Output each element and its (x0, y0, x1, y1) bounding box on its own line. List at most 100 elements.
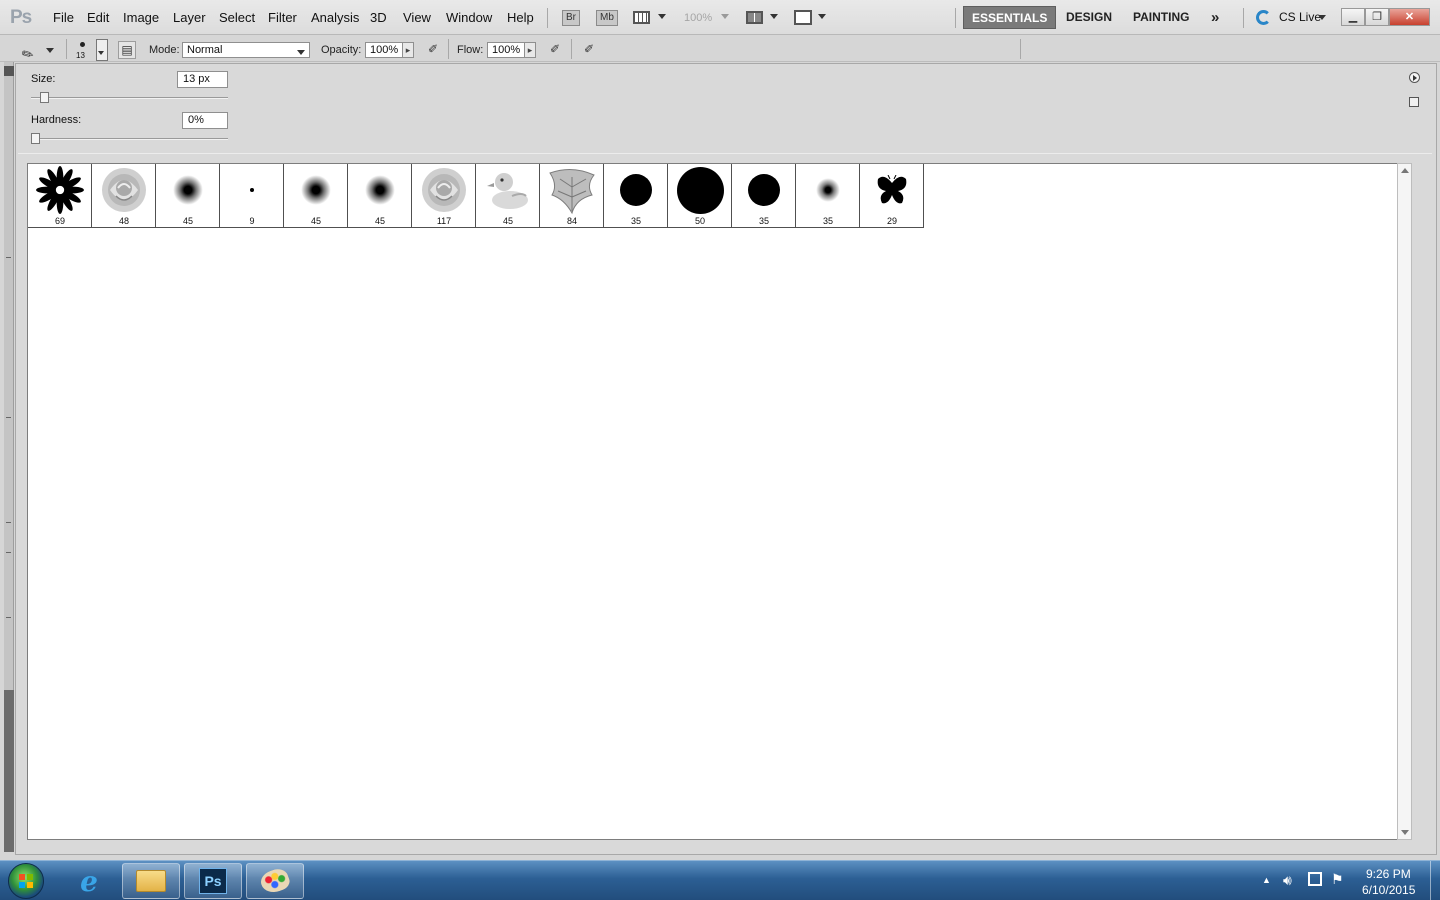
chevron-down-icon (297, 50, 305, 55)
close-button[interactable]: ✕ (1389, 8, 1430, 26)
brush-leaf-icon (540, 164, 604, 216)
menu-edit[interactable]: Edit (87, 10, 109, 25)
brush-preset-tile[interactable]: 84 (540, 164, 604, 228)
brush-preset-size: 48 (118, 216, 129, 226)
minimize-button[interactable]: ▁ (1341, 8, 1365, 26)
brush-preset-tile[interactable]: 35 (732, 164, 796, 228)
clock-date[interactable]: 6/10/2015 (1362, 883, 1415, 897)
brush-soft-round-icon (156, 164, 220, 216)
brush-preset-tile[interactable]: 117 (412, 164, 476, 228)
windows-logo-icon (19, 874, 33, 888)
view-extras-button[interactable] (633, 9, 669, 27)
brush-preset-tile[interactable]: 50 (668, 164, 732, 228)
toggle-brush-panel-icon[interactable]: ▤ (118, 41, 136, 59)
screen-mode-button[interactable] (794, 9, 830, 27)
workspace-painting[interactable]: PAINTING (1125, 6, 1197, 29)
brush-preset-tile[interactable]: 45 (156, 164, 220, 228)
arrange-documents-button[interactable] (746, 9, 782, 27)
size-input[interactable]: 13 px (177, 71, 228, 88)
preset-scrollbar[interactable] (1397, 163, 1412, 840)
dock-grip (6, 257, 11, 258)
brush-preset-tile[interactable]: 35 (604, 164, 668, 228)
menu-analysis[interactable]: Analysis (311, 10, 359, 25)
menu-image[interactable]: Image (123, 10, 159, 25)
launch-mini-bridge-button[interactable]: Mb (596, 10, 618, 26)
chevron-down-icon (98, 51, 104, 55)
menu-help[interactable]: Help (507, 10, 534, 25)
menu-view[interactable]: View (403, 10, 431, 25)
photoshop-icon: Ps (199, 868, 227, 894)
brush-soft-round-small-icon (796, 164, 860, 216)
options-separator (66, 39, 67, 59)
scroll-up-arrow-icon[interactable] (1401, 168, 1409, 173)
scroll-down-arrow-icon[interactable] (1401, 830, 1409, 835)
airbrush-icon[interactable]: ✐ (546, 41, 564, 59)
restore-button[interactable]: ❐ (1365, 8, 1389, 26)
panel-menu-icon[interactable] (1409, 72, 1420, 83)
cs-live-button[interactable]: CS Live (1254, 8, 1330, 28)
dock-grip (6, 552, 11, 553)
show-hidden-icons-arrow-icon[interactable]: ▲ (1262, 875, 1271, 885)
more-workspaces-chevron-icon[interactable]: » (1203, 6, 1227, 29)
chevron-down-icon (721, 14, 729, 19)
taskbar-paint[interactable] (246, 863, 304, 899)
brush-preset-size: 45 (310, 216, 321, 226)
cs-live-label: CS Live (1279, 10, 1322, 24)
menu-layer[interactable]: Layer (173, 10, 206, 25)
mode-select[interactable]: Normal (182, 42, 310, 58)
brush-preset-tile[interactable]: 45 (476, 164, 540, 228)
menu-file[interactable]: File (53, 10, 74, 25)
show-desktop-button[interactable] (1430, 861, 1440, 900)
brush-preset-picker[interactable]: 13 (74, 39, 110, 61)
clock-time[interactable]: 9:26 PM (1366, 867, 1411, 881)
taskbar-file-explorer[interactable] (122, 863, 180, 899)
brush-preset-tile[interactable]: 9 (220, 164, 284, 228)
taskbar-photoshop[interactable]: Ps (184, 863, 242, 899)
pressure-opacity-icon[interactable]: ✐ (424, 41, 442, 59)
new-preset-icon[interactable] (1409, 97, 1419, 107)
workspace-design[interactable]: DESIGN (1058, 6, 1120, 29)
size-slider-thumb[interactable] (40, 92, 50, 103)
tool-preset-picker[interactable]: ✎ (19, 40, 56, 64)
expand-panels-icon[interactable] (4, 66, 14, 76)
flow-input[interactable]: 100% (487, 42, 525, 58)
taskbar-internet-explorer[interactable]: e (60, 863, 118, 899)
menu-select[interactable]: Select (219, 10, 255, 25)
brush-size-small-label: 13 (76, 51, 85, 60)
menu-filter[interactable]: Filter (268, 10, 297, 25)
brush-picker-dropdown[interactable] (96, 39, 108, 61)
opacity-slider-toggle[interactable]: ▸ (402, 42, 414, 58)
brush-preset-tile[interactable]: 48 (92, 164, 156, 228)
brush-soft-round-icon (348, 164, 412, 216)
volume-icon[interactable]: 🔊︎ (1283, 872, 1292, 889)
hardness-slider-thumb[interactable] (31, 133, 40, 144)
brush-tiny-dot-icon (220, 164, 284, 216)
brush-hard-round-icon (732, 164, 796, 216)
brush-preset-tile[interactable]: 29 (860, 164, 924, 228)
dock-grip (6, 417, 11, 418)
brush-preset-tile[interactable]: 45 (348, 164, 412, 228)
menu-3d[interactable]: 3D (370, 10, 387, 25)
workspace-essentials[interactable]: ESSENTIALS (963, 6, 1057, 29)
collapsed-tools-dock[interactable] (4, 62, 14, 852)
menu-window[interactable]: Window (446, 10, 492, 25)
chevron-down-icon (658, 14, 666, 19)
size-slider-track[interactable] (31, 97, 228, 99)
brush-preset-tile[interactable]: 69 (28, 164, 92, 228)
opacity-input[interactable]: 100% (365, 42, 403, 58)
flow-slider-toggle[interactable]: ▸ (524, 42, 536, 58)
mode-value: Normal (187, 44, 223, 56)
brush-preset-tile[interactable]: 45 (284, 164, 348, 228)
launch-bridge-button[interactable]: Br (562, 10, 580, 26)
chevron-down-icon (770, 14, 778, 19)
brush-duck-icon (476, 164, 540, 216)
hardness-slider-track[interactable] (31, 138, 228, 140)
start-button[interactable] (8, 863, 44, 899)
zoom-level-select[interactable]: 100% (684, 12, 712, 24)
hardness-input[interactable]: 0% (182, 112, 228, 129)
action-center-flag-icon[interactable]: ⚑ (1331, 871, 1344, 888)
brush-preset-tile[interactable]: 35 (796, 164, 860, 228)
brush-preset-size: 29 (886, 216, 897, 226)
pressure-size-icon[interactable]: ✐ (580, 41, 598, 59)
network-icon[interactable] (1308, 872, 1322, 886)
